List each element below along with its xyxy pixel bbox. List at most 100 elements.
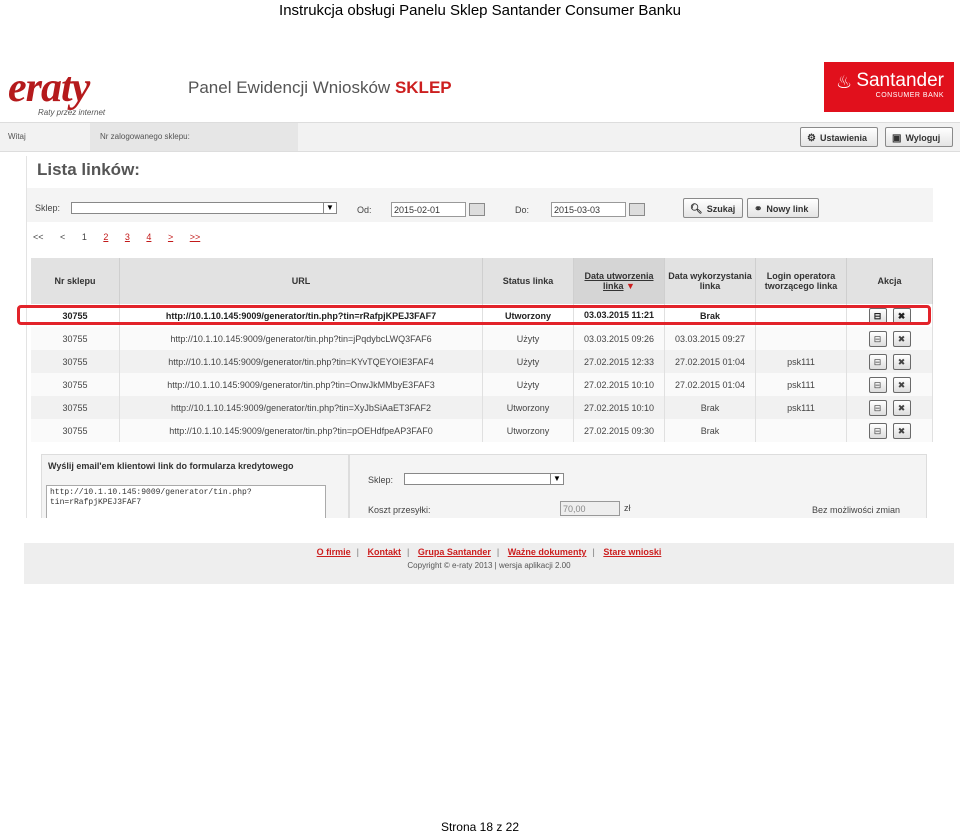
- cell-status: Utworzony: [482, 419, 574, 442]
- site-footer: O firmie | Kontakt | Grupa Santander | Ważn…: [24, 543, 954, 584]
- flame-icon: ♨: [836, 72, 853, 92]
- eraty-tagline: Raty przez internet: [38, 108, 106, 117]
- cell-url: http://10.1.10.145:9009/generator/tin.ph…: [119, 419, 483, 442]
- panel-title-accent: SKLEP: [394, 78, 452, 97]
- cell-created: 27.02.2015 12:33: [573, 350, 665, 373]
- pager-prev[interactable]: <: [60, 232, 65, 242]
- shop-select[interactable]: ▼: [71, 202, 337, 214]
- cell-action: ⊟ ✖: [846, 327, 933, 350]
- pager-page-3[interactable]: 3: [125, 232, 130, 242]
- sort-desc-icon: ▼: [626, 281, 635, 291]
- email-link-box: Wyślij email'em klientowi link do formul…: [41, 454, 349, 518]
- shipping-label: Koszt przesyłki:: [368, 505, 431, 515]
- cell-url: http://10.1.10.145:9009/generator/tin.ph…: [119, 396, 483, 419]
- col-operator-login: Login operatora tworzącego linka: [755, 258, 847, 304]
- shop-filter-label: Sklep:: [35, 203, 61, 213]
- pager-page-4[interactable]: 4: [146, 232, 151, 242]
- cell-url: http://10.1.10.145:9009/generator/tin.ph…: [119, 373, 483, 396]
- details-icon[interactable]: ⊟: [868, 376, 887, 393]
- table-row: 30755 http://10.1.10.145:9009/generator/t…: [31, 327, 933, 350]
- trash-icon[interactable]: ✖: [892, 422, 911, 439]
- floppy-icon: ▣: [892, 133, 902, 144]
- calendar-icon[interactable]: [629, 203, 645, 216]
- trash-icon[interactable]: ✖: [892, 330, 911, 347]
- pager-page-2[interactable]: 2: [103, 232, 108, 242]
- cell-shop-number: 30755: [31, 350, 120, 373]
- search-button[interactable]: 🔍︎ Szukaj: [683, 198, 743, 218]
- from-label: Od:: [357, 205, 372, 215]
- page-number: Strona 18 z 22: [440, 820, 520, 834]
- to-label: Do:: [515, 205, 530, 215]
- footer-link-documents[interactable]: Ważne dokumenty: [508, 547, 587, 557]
- cell-action: ⊟ ✖: [846, 373, 933, 396]
- bank-sub: CONSUMER BANK: [875, 92, 944, 99]
- trash-icon[interactable]: ✖: [892, 353, 911, 370]
- panel-title-text: Panel Ewidencji Wniosków: [188, 78, 391, 97]
- document-header: Instrukcja obsługi Panelu Sklep Santande…: [279, 2, 681, 19]
- cell-shop-number: 30755: [31, 396, 120, 419]
- details-icon[interactable]: ⊟: [868, 422, 887, 439]
- table-row: 30755 http://10.1.10.145:9009/generator/t…: [31, 396, 933, 419]
- shop-number-label: Nr zalogowanego sklepu:: [100, 132, 190, 141]
- table-row: 30755 http://10.1.10.145:9009/generator/t…: [31, 350, 933, 373]
- cell-used: Brak: [664, 396, 756, 419]
- details-icon[interactable]: ⊟: [868, 353, 887, 370]
- settings-label: Ustawienia: [819, 133, 867, 143]
- cell-shop-number: 30755: [31, 373, 120, 396]
- col-used-date: Data wykorzystania linka: [664, 258, 756, 304]
- santander-logo: ♨ Santander CONSUMER BANK: [824, 62, 954, 112]
- col-created-date-label[interactable]: Data utworzenia linka: [584, 271, 653, 291]
- page-title: Lista linków:: [37, 160, 140, 179]
- col-created-date[interactable]: Data utworzenia linka ▼: [573, 258, 665, 304]
- cell-status: Użyty: [482, 373, 574, 396]
- details-icon[interactable]: ⊟: [868, 399, 887, 416]
- footer-link-old-applications[interactable]: Stare wnioski: [603, 547, 661, 557]
- cell-action: ⊟ ✖: [846, 350, 933, 373]
- col-shop-number: Nr sklepu: [31, 258, 120, 304]
- footer-link-about[interactable]: O firmie: [317, 547, 351, 557]
- search-label: Szukaj: [706, 204, 736, 214]
- eraty-logo: eraty Raty przez internet: [8, 64, 168, 118]
- eraty-logo-text: eraty: [8, 65, 90, 111]
- calendar-icon[interactable]: [469, 203, 485, 216]
- cell-url: http://10.1.10.145:9009/generator/tin.ph…: [119, 327, 483, 350]
- link-textarea[interactable]: http://10.1.10.145:9009/generator/tin.ph…: [46, 485, 326, 518]
- logout-button[interactable]: ▣ Wyloguj: [885, 127, 953, 147]
- trash-icon[interactable]: ✖: [892, 376, 911, 393]
- cell-used: 03.03.2015 09:27: [664, 327, 756, 350]
- link-textarea-line: http://10.1.10.145:9009/generator/tin.ph…: [50, 488, 252, 497]
- table-row: 30755 http://10.1.10.145:9009/generator/t…: [31, 373, 933, 396]
- new-link-button[interactable]: ⚭ Nowy link: [747, 198, 819, 218]
- cell-status: Użyty: [482, 327, 574, 350]
- shipping-input[interactable]: 70,00: [560, 501, 620, 516]
- link-icon: ⚭: [754, 204, 763, 215]
- chevron-down-icon: ▼: [550, 474, 563, 484]
- footer-links: O firmie | Kontakt | Grupa Santander | Ważn…: [316, 547, 662, 557]
- email-box-title: Wyślij email'em klientowi link do formul…: [48, 461, 294, 471]
- cell-created: 27.02.2015 10:10: [573, 373, 665, 396]
- no-changes-text: Bez możliwości zmian: [812, 505, 901, 515]
- right-shop-select[interactable]: ▼: [404, 473, 564, 485]
- footer-link-contact[interactable]: Kontakt: [368, 547, 402, 557]
- col-url: URL: [119, 258, 483, 304]
- screenshot: eraty Raty przez internet Panel Ewidencj…: [0, 56, 960, 518]
- from-date-input[interactable]: 2015-02-01: [391, 202, 466, 217]
- links-table: Nr sklepu URL Status linka Data utworzen…: [31, 258, 933, 442]
- trash-icon[interactable]: ✖: [892, 399, 911, 416]
- col-status: Status linka: [482, 258, 574, 304]
- pager-first[interactable]: <<: [33, 232, 44, 242]
- gear-icon: ⚙: [807, 133, 816, 144]
- pager-last[interactable]: >>: [190, 232, 201, 242]
- cell-used: 27.02.2015 01:04: [664, 373, 756, 396]
- cell-created: 03.03.2015 09:26: [573, 327, 665, 350]
- details-icon[interactable]: ⊟: [868, 330, 887, 347]
- footer-link-group[interactable]: Grupa Santander: [418, 547, 491, 557]
- settings-button[interactable]: ⚙ Ustawienia: [800, 127, 878, 147]
- cell-operator: psk111: [755, 373, 847, 396]
- to-date-input[interactable]: 2015-03-03: [551, 202, 626, 217]
- pager-next[interactable]: >: [168, 232, 173, 242]
- top-bar: Witaj Nr zalogowanego sklepu: ⚙ Ustawieni…: [0, 122, 960, 152]
- cell-operator: [755, 419, 847, 442]
- highlight-frame: [17, 305, 931, 325]
- table-row: 30755 http://10.1.10.145:9009/generator/t…: [31, 419, 933, 442]
